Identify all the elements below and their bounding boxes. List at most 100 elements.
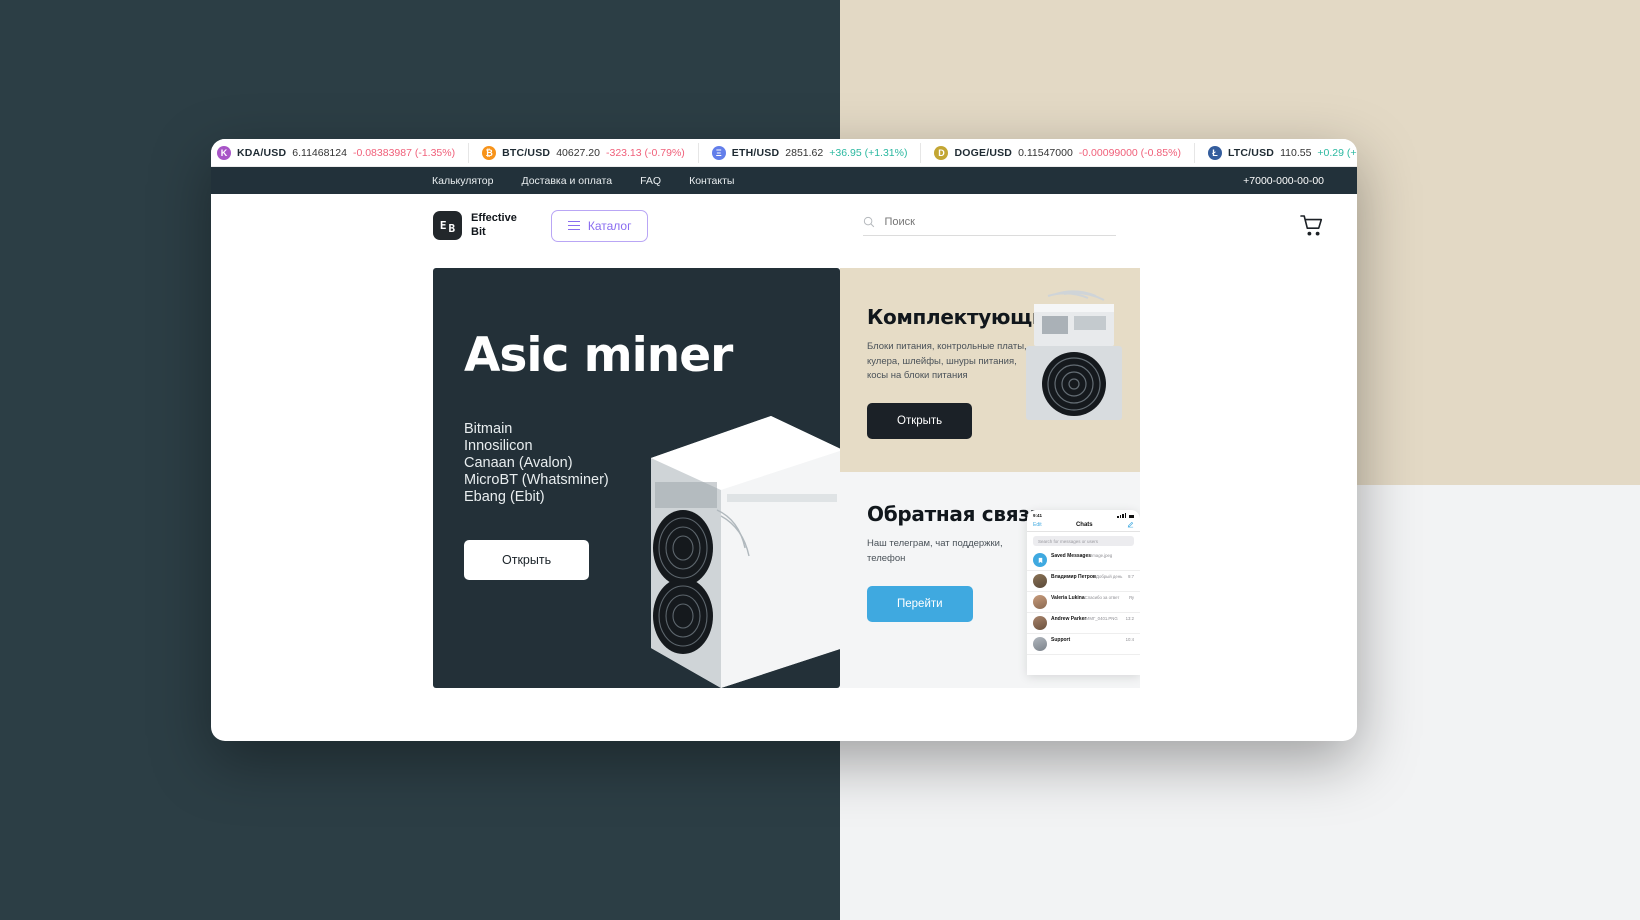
ticker-symbol: DOGE/USD bbox=[954, 146, 1013, 159]
chat-meta: 13:2 bbox=[1125, 616, 1134, 621]
ticker-item[interactable]: ₿ BTC/USD 40627.20 -323.13 (-0.79%) bbox=[469, 142, 699, 163]
coin-icon: D bbox=[934, 145, 949, 160]
phone-time: 9:41 bbox=[1033, 513, 1043, 518]
avatar bbox=[1033, 616, 1047, 630]
phone-nav-bar: Edit Chats bbox=[1027, 519, 1140, 532]
logo-line-2: Bit bbox=[471, 225, 486, 238]
hero-side-column: Комплектующие Блоки питания, контрольные… bbox=[840, 268, 1140, 688]
hero-open-button[interactable]: Открыть bbox=[464, 539, 590, 580]
ticker-symbol: KDA/USD bbox=[237, 146, 287, 159]
logo-mark-left: E bbox=[439, 219, 447, 232]
phone-chat-row[interactable]: Saved MessagesImage.jpeg bbox=[1027, 550, 1140, 571]
chat-message: Добрый день bbox=[1095, 574, 1123, 579]
asic-miner-image bbox=[651, 416, 840, 688]
hero-section: Asic miner Bitmain Innosilicon Canaan (Ava… bbox=[433, 268, 1324, 688]
phone-chat-row[interactable]: Andrew ParkerИМГ_0401.PNG 13:2 bbox=[1027, 613, 1140, 634]
power-supply-image bbox=[1026, 290, 1122, 420]
chat-meta: 10:4 bbox=[1125, 637, 1134, 642]
chat-message: ИМГ_0401.PNG bbox=[1086, 616, 1118, 621]
ticker-symbol: ETH/USD bbox=[731, 146, 780, 159]
site-header: E B Effective Bit Каталог bbox=[211, 194, 1357, 257]
crypto-ticker[interactable]: K KDA/USD 6.11468124 -0.08383987 (-1.35%) ₿ B… bbox=[211, 139, 1357, 167]
ticker-price: 110.55 bbox=[1280, 146, 1312, 159]
top-nav-link[interactable]: Калькулятор bbox=[432, 175, 493, 187]
search-bar[interactable] bbox=[863, 215, 1117, 236]
ticker-change: +0.29 (+0.26%) bbox=[1317, 146, 1357, 159]
chat-name: Valeria Lukina bbox=[1051, 595, 1085, 601]
ticker-change: -323.13 (-0.79%) bbox=[605, 146, 685, 159]
phone-search-field[interactable]: Search for messages or users bbox=[1033, 536, 1134, 546]
search-icon bbox=[864, 216, 875, 227]
feedback-text: Наш телеграм, чат поддержки, телефон bbox=[867, 538, 1003, 564]
phone-chat-row[interactable]: Владимир ПетровДобрый день 9:7 bbox=[1027, 571, 1140, 592]
logo-text: Effective Bit bbox=[471, 212, 517, 238]
hero-title: Asic miner bbox=[464, 328, 733, 383]
ticker-price: 6.11468124 bbox=[292, 146, 347, 159]
avatar bbox=[1033, 595, 1047, 609]
ticker-item[interactable]: Ξ ETH/USD 2851.62 +36.95 (+1.31%) bbox=[699, 142, 922, 163]
card-components: Комплектующие Блоки питания, контрольные… bbox=[840, 268, 1140, 472]
ticker-change: -0.08383987 (-1.35%) bbox=[352, 146, 456, 159]
phone-chat-row[interactable]: Support 10:4 bbox=[1027, 634, 1140, 655]
chat-name: Andrew Parker bbox=[1051, 616, 1087, 622]
phone-chats-title: Chats bbox=[1075, 521, 1093, 528]
telegram-phone-mockup: 9:41 Edit Chats Search for messages or u… bbox=[1027, 510, 1140, 675]
ticker-item[interactable]: Ł LTC/USD 110.55 +0.29 (+0.26%) bbox=[1195, 143, 1357, 163]
ticker-item[interactable]: K KDA/USD 6.11468124 -0.08383987 (-1.35%) bbox=[211, 142, 470, 163]
avatar bbox=[1033, 574, 1047, 588]
chat-text: Andrew ParkerИМГ_0401.PNG bbox=[1051, 616, 1122, 622]
chat-meta: Яу bbox=[1128, 595, 1134, 600]
phone-search-placeholder: Search for messages or users bbox=[1038, 538, 1099, 544]
chat-text: Saved MessagesImage.jpeg bbox=[1051, 553, 1130, 559]
top-navigation-bar: Калькулятор Доставка и оплата FAQ Контакты … bbox=[211, 167, 1357, 194]
phone-edit-button[interactable]: Edit bbox=[1033, 522, 1042, 528]
ticker-symbol: BTC/USD bbox=[502, 146, 551, 159]
logo-line-1: Effective bbox=[471, 212, 517, 225]
chat-name: Support bbox=[1051, 637, 1071, 643]
top-nav-link[interactable]: FAQ bbox=[640, 175, 661, 187]
feedback-go-button[interactable]: Перейти bbox=[867, 586, 973, 623]
logo-mark-right: B bbox=[448, 222, 456, 235]
browser-window: K KDA/USD 6.11468124 -0.08383987 (-1.35%) ₿ B… bbox=[211, 139, 1357, 741]
chat-name: Saved Messages bbox=[1051, 553, 1092, 559]
ticker-price: 40627.20 bbox=[556, 146, 600, 159]
catalog-button[interactable]: Каталог bbox=[550, 209, 649, 242]
ticker-item[interactable]: D DOGE/USD 0.11547000 -0.00099000 (-0.85%) bbox=[921, 142, 1195, 163]
search-input[interactable] bbox=[884, 215, 1117, 228]
ticker-price: 2851.62 bbox=[785, 146, 824, 159]
coin-icon: Ξ bbox=[711, 145, 726, 160]
compose-icon[interactable] bbox=[1127, 521, 1134, 528]
logo[interactable]: E B Effective Bit bbox=[433, 211, 517, 240]
cart-icon[interactable] bbox=[1300, 214, 1324, 237]
top-nav-link[interactable]: Контакты bbox=[689, 175, 734, 187]
chat-message: Image.jpeg bbox=[1091, 553, 1113, 558]
saved-messages-icon bbox=[1033, 553, 1047, 567]
coin-icon: K bbox=[217, 145, 231, 160]
ticker-symbol: LTC/USD bbox=[1227, 146, 1275, 159]
chat-text: Valeria LukinaСпасибо за ответ bbox=[1051, 595, 1125, 601]
phone-chat-row[interactable]: Valeria LukinaСпасибо за ответ Яу bbox=[1027, 592, 1140, 613]
hamburger-icon bbox=[567, 220, 580, 231]
top-nav-links: Калькулятор Доставка и оплата FAQ Контакты bbox=[432, 175, 734, 187]
chat-meta: 9:7 bbox=[1128, 574, 1134, 579]
coin-icon: ₿ bbox=[482, 145, 497, 160]
phone-chat-list: Saved MessagesImage.jpeg Владимир ПетровД… bbox=[1027, 550, 1140, 655]
signal-battery-icon bbox=[1117, 513, 1134, 518]
avatar bbox=[1033, 637, 1047, 651]
chat-message: Спасибо за ответ bbox=[1084, 595, 1120, 600]
ticker-price: 0.11547000 bbox=[1018, 146, 1073, 159]
catalog-button-label: Каталог bbox=[587, 218, 632, 233]
phone-number[interactable]: +7000-000-00-00 bbox=[1243, 175, 1324, 187]
logo-mark-icon: E B bbox=[433, 211, 462, 240]
chat-text: Владимир ПетровДобрый день bbox=[1051, 574, 1124, 580]
card-feedback: Обратная связь Наш телеграм, чат поддерж… bbox=[840, 472, 1140, 688]
phone-status-bar: 9:41 bbox=[1027, 510, 1140, 519]
chat-name: Владимир Петров bbox=[1051, 574, 1096, 580]
chat-text: Support bbox=[1051, 637, 1122, 643]
hero-banner-asic-miner: Asic miner Bitmain Innosilicon Canaan (Ava… bbox=[433, 268, 840, 688]
ticker-change: -0.00099000 (-0.85%) bbox=[1078, 146, 1181, 159]
components-open-button[interactable]: Открыть bbox=[867, 403, 973, 440]
top-nav-link[interactable]: Доставка и оплата bbox=[521, 175, 612, 187]
components-text: Блоки питания, контрольные платы, кулера… bbox=[867, 341, 1027, 382]
ticker-change: +36.95 (+1.31%) bbox=[829, 146, 908, 159]
